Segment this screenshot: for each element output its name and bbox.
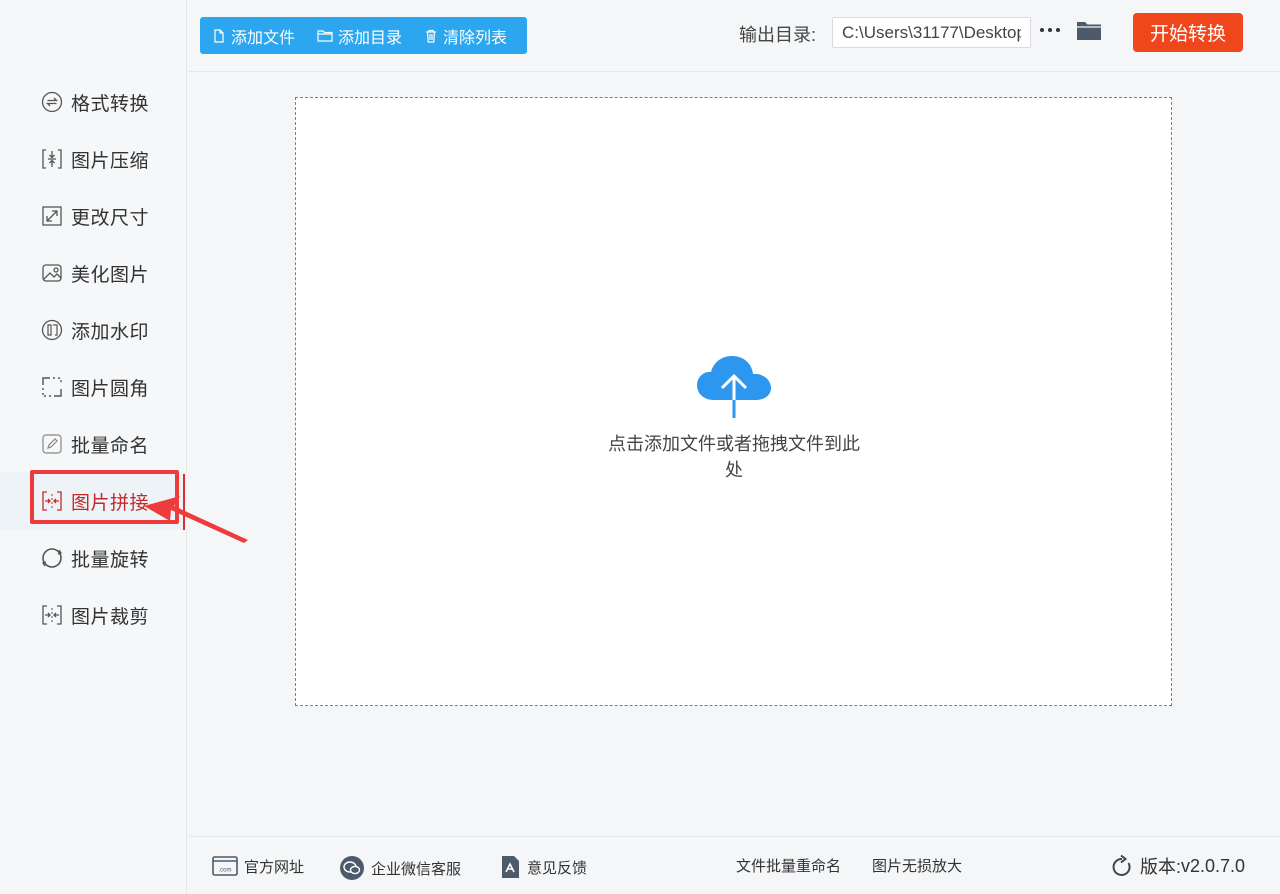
drop-zone-hint: 点击添加文件或者拖拽文件到此处 xyxy=(608,434,860,480)
add-directory-button[interactable]: 添加目录 xyxy=(317,24,402,48)
clear-list-label: 清除列表 xyxy=(443,29,508,47)
file-icon xyxy=(214,28,224,43)
wechat-service-label: 企业微信客服 xyxy=(371,860,462,878)
output-dir-label: 输出目录: xyxy=(739,25,817,45)
sidebar-item-label: 图片压缩 xyxy=(71,150,150,172)
sidebar-item-label: 添加水印 xyxy=(71,321,150,343)
sidebar-item-beautify[interactable]: 美化图片 xyxy=(40,258,180,288)
feedback-label: 意见反馈 xyxy=(527,859,588,877)
add-file-label: 添加文件 xyxy=(231,29,296,47)
compress-icon xyxy=(40,147,64,171)
header-divider xyxy=(188,71,1280,72)
version-number: v2.0.7.0 xyxy=(1181,855,1246,876)
format-convert-icon xyxy=(40,90,64,114)
beautify-icon xyxy=(40,261,64,285)
sidebar-item-label: 批量旋转 xyxy=(71,549,150,571)
refresh-icon[interactable] xyxy=(1112,855,1132,877)
version-label: 版本: xyxy=(1140,857,1182,877)
sidebar-item-rounded-corner[interactable]: 图片圆角 xyxy=(40,372,180,402)
sidebar-item-crop[interactable]: 图片裁剪 xyxy=(40,600,180,630)
wechat-service-link[interactable]: 企业微信客服 xyxy=(339,855,461,881)
cloud-upload-icon xyxy=(697,356,771,418)
sidebar-item-label: 图片裁剪 xyxy=(71,606,150,628)
resize-icon xyxy=(40,204,64,228)
wechat-icon xyxy=(340,856,364,880)
lossless-upscale-link[interactable]: 图片无损放大 xyxy=(872,855,962,876)
crop-icon xyxy=(40,603,64,627)
output-dir-input[interactable] xyxy=(832,17,1031,48)
feedback-icon xyxy=(502,856,519,878)
sidebar-item-label: 更改尺寸 xyxy=(71,207,150,229)
add-directory-label: 添加目录 xyxy=(338,29,403,47)
open-folder-icon[interactable] xyxy=(1076,19,1102,43)
sidebar-item-rename[interactable]: 批量命名 xyxy=(40,429,180,459)
sidebar-item-label: 图片圆角 xyxy=(71,378,150,400)
sidebar-item-label: 格式转换 xyxy=(71,93,150,115)
trash-icon xyxy=(426,29,437,43)
rename-icon xyxy=(40,432,64,456)
pointer-arrow-icon xyxy=(144,496,248,543)
feedback-link[interactable]: 意见反馈 xyxy=(499,855,587,879)
sidebar-item-rotate[interactable]: 批量旋转 xyxy=(40,543,180,573)
start-convert-button[interactable]: 开始转换 xyxy=(1133,13,1243,52)
website-icon: .com xyxy=(212,856,238,876)
sidebar-item-label: 批量命名 xyxy=(71,435,150,457)
sidebar-item-compress[interactable]: 图片压缩 xyxy=(40,144,180,174)
sidebar-item-label: 美化图片 xyxy=(71,264,150,286)
sidebar-item-watermark[interactable]: 添加水印 xyxy=(40,315,180,345)
watermark-icon xyxy=(40,318,64,342)
toolbar: 添加文件 添加目录 清除列表 xyxy=(200,17,527,54)
rounded-corner-icon xyxy=(40,375,64,399)
official-site-link[interactable]: .com 官方网址 xyxy=(212,855,304,877)
clear-list-button[interactable]: 清除列表 xyxy=(424,24,507,48)
official-site-label: 官方网址 xyxy=(244,858,305,876)
version-info: 版本: v2.0.7.0 xyxy=(1112,853,1245,879)
add-file-button[interactable]: 添加文件 xyxy=(212,24,295,48)
sidebar-item-resize[interactable]: 更改尺寸 xyxy=(40,201,180,231)
lossless-upscale-label: 图片无损放大 xyxy=(872,858,963,875)
batch-rename-link[interactable]: 文件批量重命名 xyxy=(736,855,841,876)
svg-text:.com: .com xyxy=(218,868,231,874)
sidebar-item-format-convert[interactable]: 格式转换 xyxy=(40,87,180,117)
rotate-icon xyxy=(40,546,64,570)
batch-rename-label: 文件批量重命名 xyxy=(736,858,842,875)
folder-outline-icon xyxy=(317,29,333,42)
more-options-icon[interactable] xyxy=(1040,28,1060,32)
